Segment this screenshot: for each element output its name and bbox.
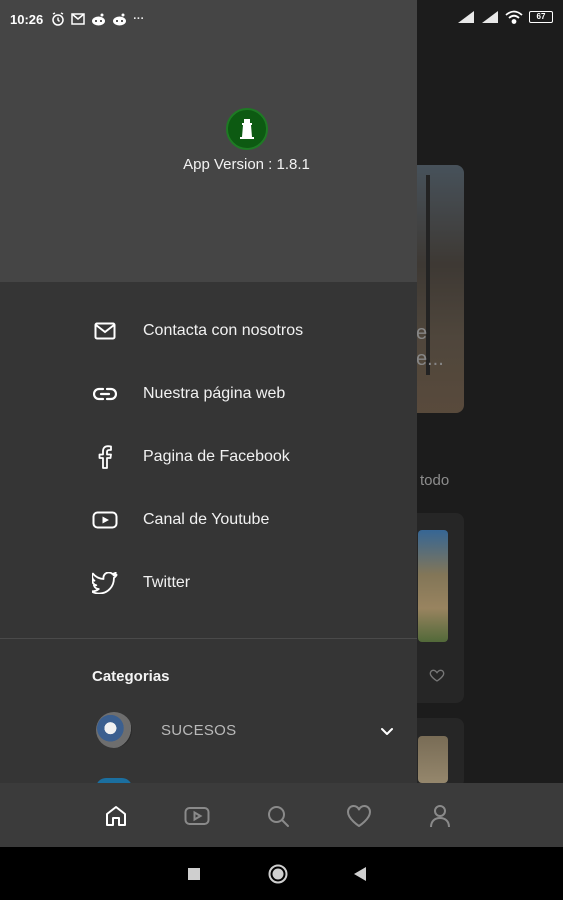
menu-item-twitter[interactable]: Twitter xyxy=(0,551,417,614)
video-icon xyxy=(184,807,210,825)
menu-item-website[interactable]: Nuestra página web xyxy=(0,362,417,425)
youtube-icon xyxy=(92,507,118,533)
mail-icon xyxy=(92,318,118,344)
wifi-icon xyxy=(505,10,523,24)
twitter-icon xyxy=(92,570,118,596)
battery-icon: 67 xyxy=(529,11,553,23)
menu-item-label: Contacta con nosotros xyxy=(143,321,304,339)
heart-icon xyxy=(347,805,371,827)
reddit-icon xyxy=(92,13,106,25)
featured-card-title: e e... xyxy=(416,322,444,370)
app-version: App Version : 1.8.1 xyxy=(183,156,310,173)
status-bar: 10:26 ··· 67 xyxy=(0,0,563,38)
mail-icon xyxy=(71,13,85,25)
notification-icons: ··· xyxy=(51,12,144,26)
menu-item-facebook[interactable]: Pagina de Facebook xyxy=(0,425,417,488)
category-label: SUCESOS xyxy=(161,722,237,739)
news-thumbnail xyxy=(418,530,448,642)
home-system-button[interactable] xyxy=(268,864,288,884)
nav-search-button[interactable] xyxy=(265,803,291,829)
chevron-down-icon[interactable] xyxy=(378,722,396,740)
heart-icon[interactable] xyxy=(429,667,445,683)
square-icon xyxy=(188,868,200,880)
user-icon xyxy=(430,805,450,828)
alarm-icon xyxy=(52,12,64,26)
menu-item-label: Nuestra página web xyxy=(143,384,286,402)
signal-icon xyxy=(458,11,474,23)
drawer-header: App Version : 1.8.1 xyxy=(0,0,417,282)
nav-favorites-button[interactable] xyxy=(346,803,372,829)
drawer-divider xyxy=(0,638,417,639)
facebook-icon xyxy=(92,444,118,470)
back-triangle-icon xyxy=(354,867,366,881)
category-item-sucesos[interactable]: SUCESOS xyxy=(0,710,417,752)
system-navigation-bar xyxy=(0,847,563,900)
menu-item-contact[interactable]: Contacta con nosotros xyxy=(0,299,417,362)
lighthouse-icon xyxy=(240,119,254,139)
app-logo xyxy=(226,108,268,150)
nav-home-button[interactable] xyxy=(103,803,129,829)
navigation-drawer: App Version : 1.8.1 Contacta con nosotro… xyxy=(0,0,417,783)
signal-icon xyxy=(482,11,498,23)
status-right-icons: 67 xyxy=(457,10,553,24)
menu-item-label: Canal de Youtube xyxy=(143,510,270,528)
menu-item-label: Twitter xyxy=(143,573,191,591)
bottom-navigation xyxy=(0,783,563,847)
more-notifications-icon: ··· xyxy=(133,13,145,25)
back-button[interactable] xyxy=(350,864,370,884)
recent-apps-button[interactable] xyxy=(184,864,204,884)
link-icon xyxy=(92,381,118,407)
news-thumbnail xyxy=(418,736,448,783)
see-all-link[interactable]: todo xyxy=(420,472,449,489)
nav-video-button[interactable] xyxy=(184,803,210,829)
circle-icon xyxy=(268,864,288,884)
search-icon xyxy=(268,806,289,827)
reddit-icon xyxy=(113,13,127,25)
home-icon xyxy=(106,806,126,826)
categories-heading: Categorias xyxy=(92,668,170,685)
menu-item-youtube[interactable]: Canal de Youtube xyxy=(0,488,417,551)
nav-profile-button[interactable] xyxy=(427,803,453,829)
category-avatar xyxy=(96,712,132,748)
status-time: 10:26 xyxy=(10,11,44,27)
menu-item-label: Pagina de Facebook xyxy=(143,447,290,465)
